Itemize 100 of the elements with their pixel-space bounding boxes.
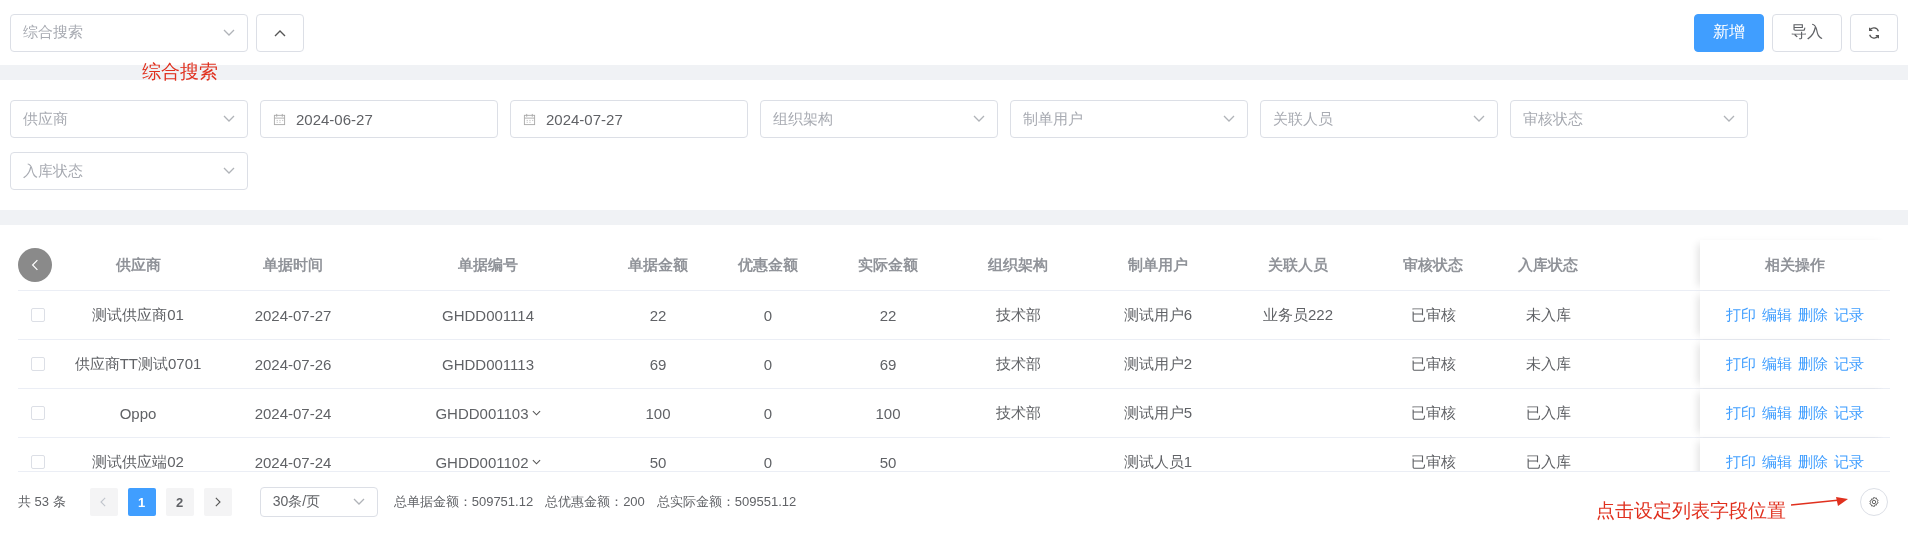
action-link[interactable]: 删除: [1798, 403, 1828, 423]
table-cell: 技术部: [995, 305, 1041, 325]
column-header: 制单用户: [1128, 255, 1188, 275]
column-header: 入库状态: [1518, 255, 1578, 275]
column-header: 实际金额: [858, 255, 918, 275]
action-link[interactable]: 编辑: [1762, 403, 1792, 423]
table-cell: Oppo: [119, 404, 157, 422]
table-cell: 0: [763, 404, 773, 422]
action-link[interactable]: 删除: [1798, 452, 1828, 471]
column-header: 组织架构: [988, 255, 1048, 275]
table-cell: 已入库: [1525, 452, 1571, 471]
chevron-down-icon: [973, 115, 985, 123]
refresh-button[interactable]: [1850, 13, 1898, 52]
table-cell: 50: [879, 453, 897, 471]
prev-page-button[interactable]: [89, 488, 118, 516]
add-button[interactable]: 新增: [1694, 13, 1764, 52]
column-header: 相关操作: [1765, 255, 1825, 275]
table-cell: 技术部: [995, 354, 1041, 374]
action-link[interactable]: 记录: [1834, 452, 1864, 471]
table-cell: 已审核: [1410, 305, 1456, 325]
checkbox[interactable]: [31, 308, 45, 322]
table-cell: 0: [763, 355, 773, 373]
chevron-down-icon: [1473, 115, 1485, 123]
action-link[interactable]: 记录: [1834, 354, 1864, 374]
filter-select[interactable]: 制单用户: [1010, 100, 1248, 138]
action-link[interactable]: 打印: [1726, 305, 1756, 325]
sum-text: 总单据金额：509751.12: [393, 493, 534, 511]
next-page-button[interactable]: [203, 488, 232, 516]
chevron-down-icon: [1723, 115, 1735, 123]
table-cell: 2024-07-27: [254, 306, 332, 324]
table-cell: 技术部: [995, 403, 1041, 423]
filter-select[interactable]: 审核状态: [1510, 100, 1748, 138]
table-cell: GHDD001114: [442, 306, 534, 324]
checkbox[interactable]: [31, 406, 45, 420]
table-cell: 测试用户6: [1123, 305, 1193, 325]
page-size-select[interactable]: 30条/页: [259, 487, 378, 517]
scroll-left-button[interactable]: [18, 248, 52, 282]
import-button[interactable]: 导入: [1772, 13, 1842, 52]
filter-select[interactable]: 关联人员: [1260, 100, 1498, 138]
action-link[interactable]: 删除: [1798, 354, 1828, 374]
table-cell: 100: [645, 404, 671, 422]
table-cell: 2024-07-24: [254, 404, 332, 422]
annotation-text: 综合搜索: [142, 60, 218, 84]
action-link[interactable]: 打印: [1726, 452, 1756, 471]
action-link[interactable]: 打印: [1726, 354, 1756, 374]
column-header: 单据编号: [458, 255, 518, 275]
chevron-down-icon: [352, 498, 365, 506]
table-cell: 50: [649, 453, 667, 471]
action-link[interactable]: 记录: [1834, 403, 1864, 423]
action-link[interactable]: 删除: [1798, 305, 1828, 325]
annotation-arrow: [1790, 496, 1850, 508]
calendar-icon: [523, 112, 536, 126]
column-header: 单据金额: [628, 255, 688, 275]
table-cell: 69: [649, 355, 667, 373]
chevron-down-icon[interactable]: [531, 459, 541, 465]
table-cell: GHDD001102: [435, 453, 529, 471]
settings-button[interactable]: [1860, 488, 1888, 516]
filter-select[interactable]: 供应商: [10, 100, 248, 138]
filter-select[interactable]: 入库状态: [10, 152, 248, 190]
date-field[interactable]: 2024-06-27: [260, 100, 498, 138]
chevron-left-icon: [100, 497, 108, 507]
table-cell: 22: [649, 306, 667, 324]
table-cell: 69: [879, 355, 897, 373]
action-link[interactable]: 编辑: [1762, 452, 1792, 471]
table-cell: 2024-07-24: [254, 453, 332, 471]
table-cell: 0: [763, 453, 773, 471]
collapse-button[interactable]: [256, 13, 304, 52]
table-cell: 测试用户2: [1123, 354, 1193, 374]
sum-text: 总实际金额：509551.12: [656, 493, 797, 511]
page-button[interactable]: 2: [165, 488, 194, 516]
table-cell: 测试供应端02: [92, 452, 184, 471]
search-select[interactable]: 综合搜索: [10, 13, 248, 52]
refresh-icon: [1867, 25, 1881, 40]
table-cell: GHDD001103: [435, 404, 529, 422]
column-header: 审核状态: [1403, 255, 1463, 275]
action-link[interactable]: 记录: [1834, 305, 1864, 325]
action-link[interactable]: 编辑: [1762, 305, 1792, 325]
table-cell: 已审核: [1410, 403, 1456, 423]
filter-select[interactable]: 组织架构: [760, 100, 998, 138]
table-cell: 测试人员1: [1123, 452, 1193, 471]
table-cell: 业务员222: [1263, 305, 1333, 325]
action-link[interactable]: 编辑: [1762, 354, 1792, 374]
checkbox[interactable]: [31, 455, 45, 469]
table-cell: 2024-07-26: [254, 355, 332, 373]
chevron-down-icon: [223, 167, 235, 175]
checkbox[interactable]: [31, 357, 45, 371]
table-cell: 0: [763, 306, 773, 324]
table-cell: 未入库: [1525, 354, 1571, 374]
chevron-left-icon: [31, 259, 39, 271]
table-cell: 22: [879, 306, 897, 324]
table-cell: 测试供应商01: [92, 305, 184, 325]
page-button[interactable]: 1: [127, 488, 156, 516]
column-header: 单据时间: [263, 255, 323, 275]
date-field[interactable]: 2024-07-27: [510, 100, 748, 138]
chevron-down-icon[interactable]: [531, 410, 541, 416]
action-link[interactable]: 打印: [1726, 403, 1756, 423]
chevron-down-icon: [223, 115, 235, 123]
chevron-down-icon: [223, 28, 235, 37]
table-cell: 100: [875, 404, 901, 422]
column-header: 关联人员: [1268, 255, 1328, 275]
